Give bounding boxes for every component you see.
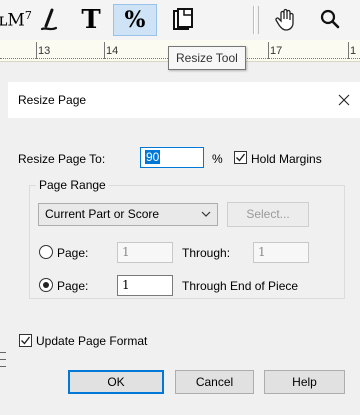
page-range-label: Page: xyxy=(57,246,89,260)
radio-selected-dot xyxy=(43,282,49,288)
help-button[interactable]: Help xyxy=(264,370,345,394)
close-button[interactable] xyxy=(330,86,358,114)
resize-percent-icon: % xyxy=(124,7,146,33)
checkmark-icon xyxy=(236,153,246,162)
checkmark-icon xyxy=(21,336,31,345)
scope-dropdown-value: Current Part or Score xyxy=(45,207,160,221)
dialog-titlebar: Resize Page xyxy=(8,82,360,118)
chevron-down-icon xyxy=(201,211,211,217)
cancel-button[interactable]: Cancel xyxy=(175,370,254,394)
hold-margins-label: Hold Margins xyxy=(251,152,322,166)
ok-button[interactable]: OK xyxy=(68,370,164,394)
ruler-tick xyxy=(104,42,105,59)
toolbar-divider-highlight xyxy=(254,6,255,34)
ruler-tick xyxy=(36,42,37,59)
scope-dropdown[interactable]: Current Part or Score xyxy=(38,203,218,226)
hand-grabber-tool-button[interactable] xyxy=(268,4,304,36)
zoom-tool-button[interactable] xyxy=(312,4,348,36)
percent-label: % xyxy=(212,152,223,166)
page-range-radio[interactable] xyxy=(39,245,53,259)
update-page-format-checkbox[interactable] xyxy=(19,334,32,347)
page-to-end-label: Page: xyxy=(57,279,89,293)
resize-page-label: Resize Page To: xyxy=(18,152,106,166)
hold-margins-checkbox[interactable] xyxy=(234,151,247,164)
page-layout-icon xyxy=(173,8,193,30)
through-end-label: Through End of Piece xyxy=(182,279,299,293)
resize-percent-value: 90 xyxy=(145,150,161,164)
select-button[interactable]: Select... xyxy=(227,202,309,227)
background-staff-line xyxy=(0,352,6,353)
page-start-input[interactable]: 1 xyxy=(117,275,173,296)
chord-icon: ʟM7 xyxy=(0,9,32,31)
page-through-input[interactable]: 1 xyxy=(253,242,309,263)
hand-icon xyxy=(275,8,294,31)
page-from-input[interactable]: 1 xyxy=(117,242,173,263)
resize-tool-button[interactable]: % xyxy=(113,4,157,36)
resize-percent-input[interactable]: 90 xyxy=(140,147,204,168)
expression-icon xyxy=(40,8,58,31)
chord-tool-button[interactable]: ʟM7 xyxy=(0,4,32,36)
update-page-format-label: Update Page Format xyxy=(36,334,148,348)
magnifier-icon xyxy=(320,9,340,29)
page-to-end-radio[interactable] xyxy=(39,278,53,292)
resize-tool-tooltip: Resize Tool xyxy=(168,46,246,70)
toolbar-divider xyxy=(258,6,259,34)
resize-page-dialog: Resize Page Resize Page To: 90 % Hold Ma… xyxy=(8,82,360,415)
through-label: Through: xyxy=(182,246,231,260)
dialog-title: Resize Page xyxy=(18,93,87,107)
expression-tool-button[interactable] xyxy=(32,4,66,36)
main-toolbar: ʟM7 T % xyxy=(0,0,360,40)
ruler-tick xyxy=(348,42,349,59)
text-tool-button[interactable]: T xyxy=(74,4,108,36)
page-layout-tool-button[interactable] xyxy=(166,4,200,36)
close-icon xyxy=(338,94,350,106)
background-staff-line xyxy=(0,359,6,360)
ruler-number: 13 xyxy=(38,45,51,57)
background-staff-line xyxy=(0,366,6,367)
ruler-tick xyxy=(268,42,269,59)
page-range-legend: Page Range xyxy=(36,178,109,192)
ruler-number: 14 xyxy=(106,45,119,57)
ruler-number: 1 xyxy=(350,45,357,57)
ruler-number: 17 xyxy=(270,45,283,57)
text-tool-icon: T xyxy=(81,5,101,35)
